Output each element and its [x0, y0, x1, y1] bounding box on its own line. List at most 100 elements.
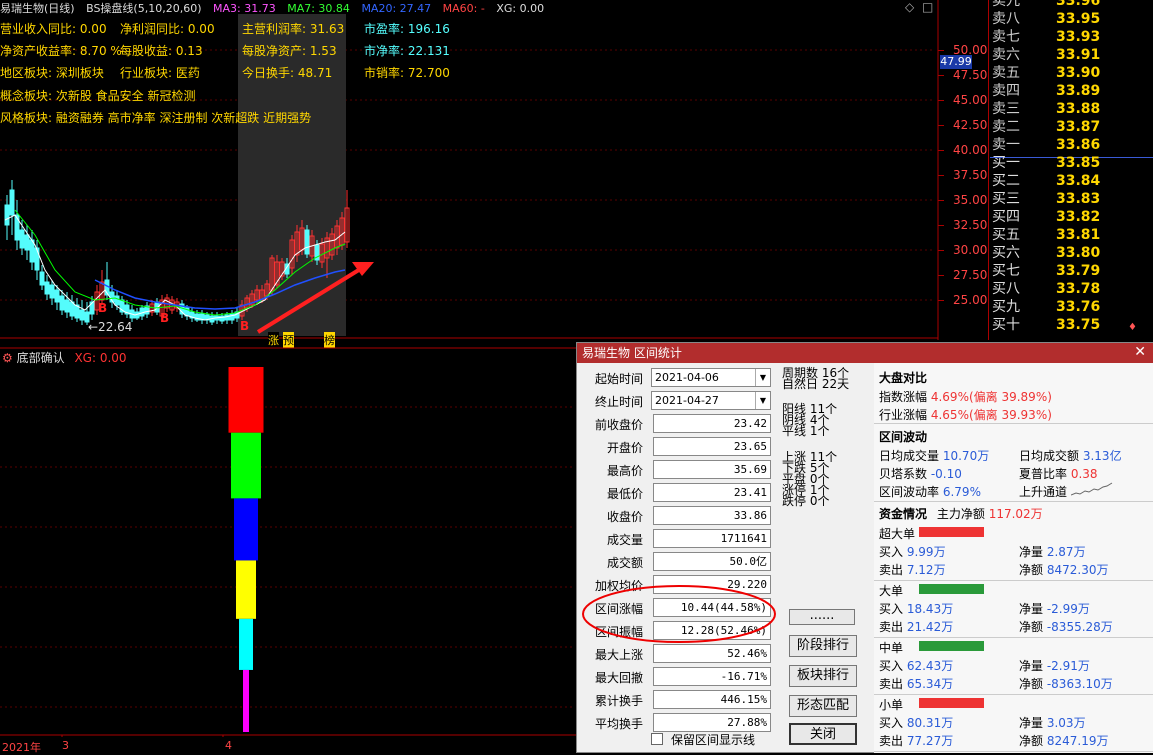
field-value[interactable]: 23.65 [653, 437, 771, 456]
field-value[interactable]: 1711641 [653, 529, 771, 548]
net-amount-value: -8355.28万 [1046, 620, 1113, 634]
quote-row[interactable]: 买二 33.84 [990, 172, 1153, 190]
volatility-title: 区间波动 [879, 430, 928, 444]
end-date-picker[interactable]: 2021-04-27 ▼ [651, 391, 771, 410]
quote-row[interactable]: 买五 33.81 [990, 226, 1153, 244]
close-button[interactable]: 关闭 [789, 723, 857, 745]
quote-row[interactable]: 卖四 33.89 [990, 82, 1153, 100]
net-amount-value: -8363.10万 [1046, 677, 1113, 691]
quote-row[interactable]: 买四 33.82 [990, 208, 1153, 226]
quote-row[interactable]: 卖八 33.95 [990, 10, 1153, 28]
net-volume-label: 净量 [1019, 545, 1044, 559]
quote-row[interactable]: 买六 33.80 [990, 244, 1153, 262]
xg-value: XG: 0.00 [496, 2, 545, 15]
field-value[interactable]: 23.42 [653, 414, 771, 433]
quote-row[interactable]: 卖三 33.88 [990, 100, 1153, 118]
quote-row[interactable]: 卖七 33.93 [990, 28, 1153, 46]
stat-value: 1个 [809, 424, 830, 438]
chart-settings-icon[interactable]: □ [922, 0, 933, 14]
sell-label: 卖出 [879, 677, 904, 691]
stacked-bar-segment [239, 618, 253, 670]
industry-change-value: 4.65% [930, 408, 969, 422]
stat-label: 自然日 [782, 377, 819, 391]
fund-group-name: 中单 [879, 641, 904, 655]
y-axis-tick: 47.50 [953, 68, 988, 82]
main-net-value: 117.02万 [988, 507, 1043, 521]
field-value[interactable]: 446.15% [653, 690, 771, 709]
sell-value: 77.27万 [906, 734, 954, 748]
buy-value: 9.99万 [906, 545, 946, 559]
quote-price: 33.81 [1056, 227, 1101, 243]
sub-chart-name: 底部确认 [16, 351, 65, 365]
quote-price: 33.88 [1056, 101, 1101, 117]
quote-row[interactable]: 买三 33.83 [990, 190, 1153, 208]
quote-label: 买七 [992, 263, 1020, 279]
quote-price: 33.90 [1056, 65, 1101, 81]
quote-row[interactable]: 卖九 33.96 [990, 0, 1153, 10]
field-label: 最高价 [606, 464, 643, 478]
svg-text:B: B [240, 319, 249, 333]
net-volume-label: 净量 [1019, 602, 1044, 616]
kline-chart[interactable]: B B B 易瑞生物(日线) BS操盘线(5,10,20,60) MA3: 31.7… [0, 0, 972, 348]
quote-row[interactable]: 卖二 33.87 [990, 118, 1153, 136]
keep-range-line-checkbox[interactable] [651, 733, 663, 745]
chevron-down-icon[interactable]: ▼ [755, 369, 770, 386]
beta-label: 贝塔系数 [879, 467, 928, 481]
quote-row[interactable]: 卖一 33.86 [990, 136, 1153, 154]
quote-row[interactable]: 买一 33.85 [990, 154, 1153, 172]
fund-group-name: 超大单 [879, 527, 916, 541]
buy-value: 62.43万 [906, 659, 954, 673]
end-time-label: 终止时间 [594, 395, 643, 409]
funds-header: 资金情况 主力净额 117.02万 [879, 505, 1043, 522]
field-value[interactable]: 35.69 [653, 460, 771, 479]
net-amount-value: 8472.30万 [1046, 563, 1109, 577]
stat-value: 0个 [809, 494, 830, 508]
field-value[interactable]: -16.71% [653, 667, 771, 686]
beta-value: -0.10 [930, 467, 962, 481]
quote-label: 卖三 [992, 101, 1020, 117]
close-icon[interactable]: ✕ [1134, 344, 1146, 360]
sell-value: 7.12万 [906, 563, 946, 577]
buy-label: 买入 [879, 545, 904, 559]
dialog-title[interactable]: 易瑞生物 区间统计 [577, 343, 1153, 363]
quote-row[interactable]: 买八 33.78 [990, 280, 1153, 298]
field-label: 成交额 [606, 556, 643, 570]
field-label: 最低价 [606, 487, 643, 501]
chevron-down-icon[interactable]: ▼ [755, 392, 770, 409]
quote-price: 33.86 [1056, 137, 1101, 153]
field-value[interactable]: 33.86 [653, 506, 771, 525]
start-date-picker[interactable]: 2021-04-06 ▼ [651, 368, 771, 387]
field-value[interactable]: 27.88% [653, 713, 771, 732]
avg-amount-value: 3.13亿 [1082, 449, 1122, 463]
field-label: 最大回撤 [594, 671, 643, 685]
quote-label: 卖二 [992, 119, 1020, 135]
quote-row[interactable]: 买七 33.79 [990, 262, 1153, 280]
stat-value: 22天 [821, 377, 850, 391]
stage-rank-button[interactable]: 阶段排行 [789, 635, 857, 657]
field-value[interactable]: 50.0亿 [653, 552, 771, 571]
field-value[interactable]: 23.41 [653, 483, 771, 502]
quote-price: 33.84 [1056, 173, 1101, 189]
marker-icon: ♦ [1128, 322, 1137, 333]
svg-text:B: B [98, 301, 107, 315]
sector-rank-button[interactable]: 板块排行 [789, 665, 857, 687]
diamond-icon[interactable]: ◇ [905, 0, 914, 14]
sub-chart-xg: XG: 0.00 [74, 351, 127, 365]
stat-label: 平线 [782, 424, 807, 438]
field-value[interactable]: 52.46% [653, 644, 771, 663]
pattern-match-button[interactable]: 形态匹配 [789, 695, 857, 717]
quote-label: 买十 [992, 317, 1020, 333]
quote-row[interactable]: 卖五 33.90 [990, 64, 1153, 82]
more-button[interactable]: ...... [789, 609, 855, 625]
y-axis-tick: 30.00 [953, 243, 988, 257]
buy-label: 买入 [879, 659, 904, 673]
quote-row[interactable]: 买九 33.76 [990, 298, 1153, 316]
range-stats-dialog[interactable]: 易瑞生物 区间统计 ✕ 起始时间 2021-04-06 ▼ 终止时间 2021-… [576, 342, 1153, 753]
fund-group-name: 小单 [879, 698, 904, 712]
sharpe-value: 0.38 [1070, 467, 1098, 481]
net-volume-value: 3.03万 [1046, 716, 1086, 730]
industry-change-label: 行业涨幅 [879, 408, 928, 422]
sell-value: 65.34万 [906, 677, 954, 691]
quote-row[interactable]: 卖六 33.91 [990, 46, 1153, 64]
ma7-value: MA7: 30.84 [287, 2, 350, 15]
